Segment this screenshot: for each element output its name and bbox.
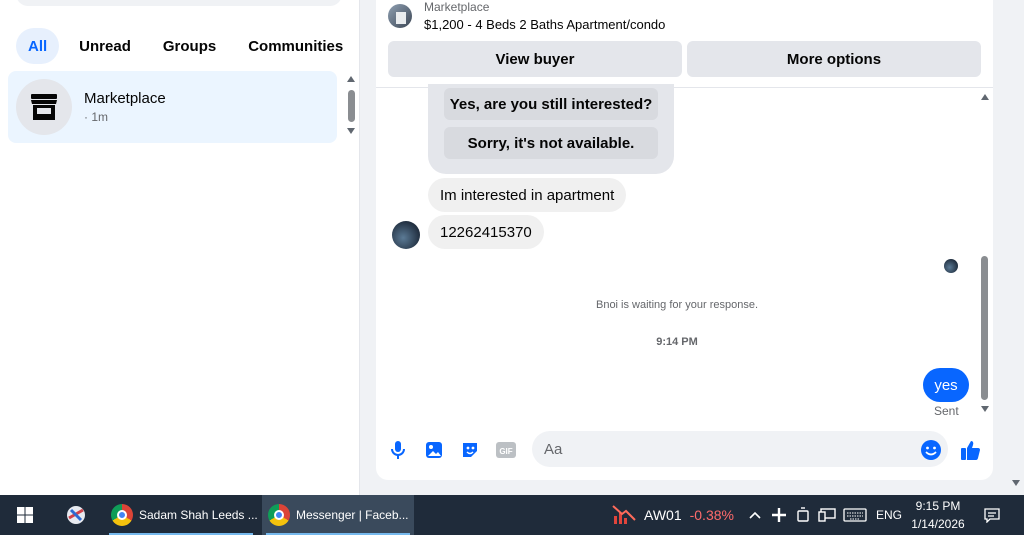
taskbar-app-chrome-1[interactable]: Sadam Shah Leeds ...: [105, 495, 257, 535]
svg-text:GIF: GIF: [499, 447, 512, 456]
taskbar-app-label: Sadam Shah Leeds ...: [139, 508, 257, 522]
message-timestamp: 9:14 PM: [656, 336, 698, 348]
scrollbar-thumb[interactable]: [981, 256, 988, 400]
keyboard-icon[interactable]: [843, 495, 867, 535]
message-input[interactable]: [532, 431, 948, 467]
filter-groups[interactable]: Groups: [151, 28, 228, 64]
seen-indicator-avatar: [944, 259, 958, 273]
scrollbar-thumb[interactable]: [348, 90, 355, 122]
listing-title[interactable]: $1,200 - 4 Beds 2 Baths Apartment/condo: [424, 15, 665, 35]
filter-all[interactable]: All: [16, 28, 60, 64]
filter-chips: All Unread Groups Communities: [16, 28, 355, 64]
filter-unread[interactable]: Unread: [67, 28, 143, 64]
microphone-icon[interactable]: [386, 438, 410, 462]
taskbar-app-chrome-2[interactable]: Messenger | Faceb...: [262, 495, 414, 535]
listing-actions: View buyer More options: [388, 41, 981, 77]
stock-change: -0.38%: [689, 507, 734, 523]
view-buyer-button[interactable]: View buyer: [388, 41, 682, 77]
network-icon[interactable]: [818, 495, 836, 535]
quick-reply-still-interested[interactable]: Yes, are you still interested?: [444, 88, 658, 120]
tray-device-icon[interactable]: [795, 495, 811, 535]
tray-chevron-up-icon[interactable]: [748, 495, 762, 535]
message-status: Sent: [934, 404, 959, 418]
language-indicator[interactable]: ENG: [876, 495, 902, 535]
snipping-tool-icon[interactable]: [60, 495, 92, 535]
scroll-down-arrow-icon[interactable]: [347, 128, 355, 134]
taskbar-app-label: Messenger | Faceb...: [296, 508, 409, 522]
marketplace-avatar: [16, 79, 72, 135]
stock-trend-down-icon: [612, 505, 636, 524]
scroll-up-arrow-icon[interactable]: [981, 94, 989, 100]
quick-replies-bubble: Yes, are you still interested? Sorry, it…: [428, 84, 674, 174]
stock-symbol: AW01: [644, 507, 682, 523]
listing-info: Marketplace $1,200 - 4 Beds 2 Baths Apar…: [424, 0, 665, 35]
incoming-message: 12262415370: [428, 215, 544, 249]
chat-list-scrollbar[interactable]: [344, 74, 358, 140]
filter-communities[interactable]: Communities: [236, 28, 355, 64]
scroll-down-arrow-icon[interactable]: [981, 406, 989, 412]
windows-start-icon[interactable]: [10, 495, 40, 535]
windows-taskbar: Sadam Shah Leeds ... Messenger | Faceb..…: [0, 495, 1024, 535]
listing-label: Marketplace: [424, 0, 490, 14]
chrome-icon: [111, 504, 133, 526]
message-composer: GIF: [376, 430, 993, 470]
waiting-notice: Bnoi is waiting for your response.: [595, 299, 759, 311]
messages-scrollbar[interactable]: [978, 92, 992, 414]
thumbs-up-icon[interactable]: [959, 438, 983, 462]
conversation-title: Marketplace: [84, 90, 166, 107]
emoji-icon[interactable]: [919, 438, 943, 462]
stock-widget[interactable]: AW01 -0.38%: [612, 495, 734, 535]
chrome-icon: [268, 504, 290, 526]
conversation-item-marketplace[interactable]: Marketplace · 1m: [8, 71, 337, 143]
tray-plus-icon[interactable]: [770, 495, 788, 535]
more-options-button[interactable]: More options: [687, 41, 981, 77]
clock-time: 9:15 PM: [915, 499, 961, 513]
incoming-message: Im interested in apartment: [428, 178, 627, 212]
listing-header: Marketplace $1,200 - 4 Beds 2 Baths Apar…: [388, 0, 665, 35]
sender-avatar[interactable]: [392, 221, 420, 249]
storefront-icon: [31, 94, 57, 120]
sticker-icon[interactable]: [458, 438, 482, 462]
quick-reply-not-available[interactable]: Sorry, it's not available.: [444, 127, 658, 159]
outgoing-message: yes: [923, 368, 969, 402]
scroll-up-arrow-icon[interactable]: [347, 76, 355, 82]
clock-date: 1/14/2026: [911, 517, 965, 531]
listing-thumbnail[interactable]: [388, 4, 412, 28]
photo-icon[interactable]: [422, 438, 446, 462]
taskbar-clock[interactable]: 9:15 PM 1/14/2026: [905, 497, 971, 533]
conversation-time: · 1m: [84, 110, 108, 124]
page-scroll-down-icon[interactable]: [1012, 480, 1020, 486]
conversation-text: Marketplace · 1m: [84, 90, 166, 124]
notifications-icon[interactable]: [983, 495, 1001, 535]
gif-icon[interactable]: GIF: [494, 438, 518, 462]
search-input-edge[interactable]: [16, 0, 342, 6]
chat-panel: Marketplace $1,200 - 4 Beds 2 Baths Apar…: [376, 0, 993, 480]
chat-list-panel: All Unread Groups Communities Marketplac…: [0, 0, 360, 495]
